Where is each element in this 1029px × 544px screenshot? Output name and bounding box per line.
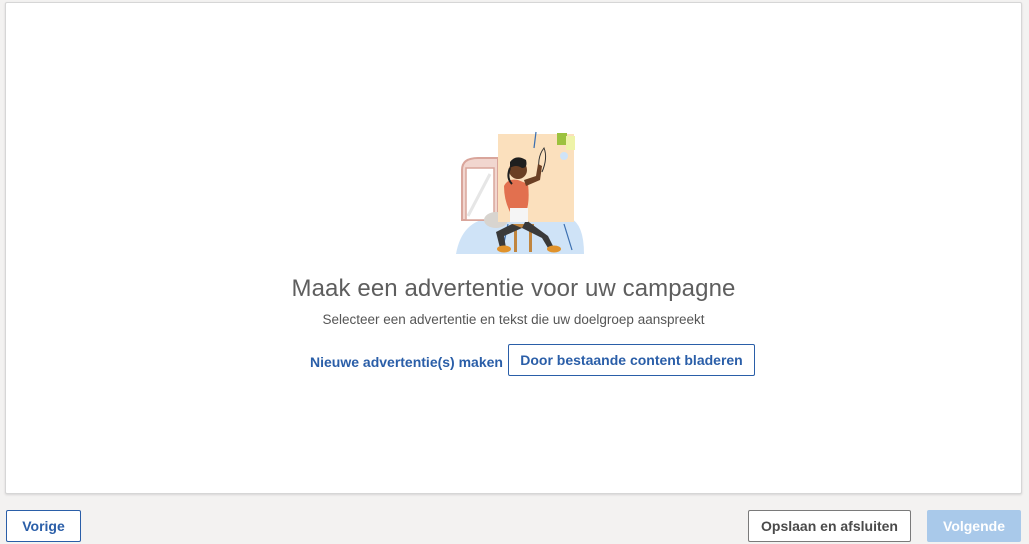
page-title: Maak een advertentie voor uw campagne [291,275,736,302]
next-button[interactable]: Volgende [927,510,1021,542]
previous-button[interactable]: Vorige [6,510,81,542]
page-subtitle: Selecteer een advertentie en tekst die u… [322,312,705,327]
person-painting-wall-illustration [456,131,584,254]
browse-existing-content-button[interactable]: Door bestaande content bladeren [508,344,755,376]
ad-creation-panel: Maak een advertentie voor uw campagne Se… [5,2,1022,494]
create-new-ad-link[interactable]: Nieuwe advertentie(s) maken [302,347,511,377]
save-and-close-button[interactable]: Opslaan en afsluiten [748,510,911,542]
